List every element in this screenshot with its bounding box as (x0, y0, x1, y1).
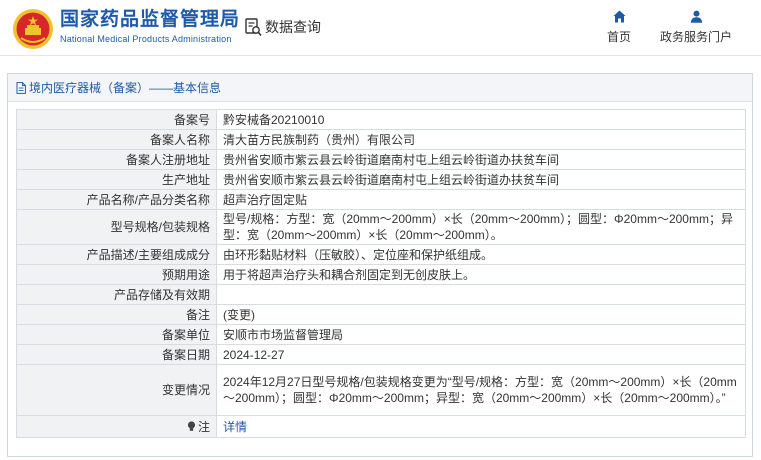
data-query-icon (245, 17, 262, 36)
table-row: 产品描述/主要组成成分 由环形黏贴材料（压敏胶）、定位座和保护纸组成。 (16, 244, 746, 265)
panel-header: 境内医疗器械（备案）——基本信息 (8, 74, 752, 102)
row-key: 产品名称/产品分类名称 (16, 189, 217, 210)
brand[interactable]: 国家药品监督管理局 National Medical Products Admi… (60, 9, 240, 44)
row-key: 备注 (16, 304, 217, 325)
table-row: 生产地址 贵州省安顺市紫云县云岭街道磨南村屯上组云岭街道办扶贫车间 (16, 169, 746, 190)
row-value: 由环形黏贴材料（压敏胶）、定位座和保护纸组成。 (216, 244, 746, 265)
site-header: 国家药品监督管理局 National Medical Products Admi… (0, 0, 761, 56)
row-key: 变更情况 (16, 364, 217, 416)
table-row: 备案日期 2024-12-27 (16, 344, 746, 365)
table-row: 备案人注册地址 贵州省安顺市紫云县云岭街道磨南村屯上组云岭街道办扶贫车间 (16, 149, 746, 170)
table-row: 备案人名称 清大苗方民族制药（贵州）有限公司 (16, 129, 746, 150)
brand-title: 国家药品监督管理局 (60, 9, 241, 30)
row-key: 备案人名称 (16, 129, 217, 150)
note-key-label: 注 (197, 419, 210, 434)
row-value: 贵州省安顺市紫云县云岭街道磨南村屯上组云岭街道办扶贫车间 (216, 169, 746, 190)
row-key: 预期用途 (16, 264, 217, 285)
row-key: 备案单位 (16, 324, 217, 345)
row-key: 备案号 (16, 109, 217, 130)
details-link[interactable]: 详情 (223, 420, 247, 434)
table-row: 注 详情 (16, 415, 746, 438)
row-key: 备案人注册地址 (16, 149, 217, 170)
nav-home-label: 首页 (607, 30, 632, 44)
document-icon (16, 81, 26, 94)
row-key: 产品存储及有效期 (16, 284, 217, 305)
table-row: 备案单位 安顺市市场监督管理局 (16, 324, 746, 345)
national-emblem-logo[interactable] (12, 8, 54, 50)
table-row: 预期用途 用于将超声治疗头和耦合剂固定到无创皮肤上。 (16, 264, 746, 285)
lightbulb-icon (187, 420, 196, 431)
table-row: 产品存储及有效期 (16, 284, 746, 305)
nav-service-portal[interactable]: 政务服务门户 (660, 10, 732, 45)
row-key: 备案日期 (16, 344, 217, 365)
detail-table: 备案号 黔安械备20210010 备案人名称 清大苗方民族制药（贵州）有限公司 … (16, 109, 746, 438)
row-value: 超声治疗固定贴 (216, 189, 746, 210)
note-value: 详情 (216, 415, 746, 438)
table-row: 型号规格/包装规格 型号/规格：方型：宽（20mm～200mm）×长（20mm～… (16, 209, 746, 245)
user-icon (690, 10, 702, 23)
row-key: 型号规格/包装规格 (16, 209, 217, 245)
row-key: 产品描述/主要组成成分 (16, 244, 217, 265)
row-value: 安顺市市场监督管理局 (216, 324, 746, 345)
table-row: 变更情况 2024年12月27日型号规格/包装规格变更为“型号/规格：方型：宽（… (16, 364, 746, 416)
data-query-label: 数据查询 (265, 19, 321, 35)
brand-subtitle: National Medical Products Administration (60, 34, 232, 44)
table-row: 备注 (变更) (16, 304, 746, 325)
table-row: 产品名称/产品分类名称 超声治疗固定贴 (16, 189, 746, 210)
panel-title: 境内医疗器械（备案）——基本信息 (29, 81, 222, 95)
table-row: 备案号 黔安械备20210010 (16, 109, 746, 130)
note-key: 注 (16, 415, 217, 438)
row-value: (变更) (216, 304, 746, 325)
nav-portal-label: 政务服务门户 (660, 30, 733, 44)
nav-home[interactable]: 首页 (607, 10, 631, 45)
home-icon (613, 10, 625, 23)
data-query-link[interactable]: 数据查询 (245, 16, 321, 38)
detail-panel: 境内医疗器械（备案）——基本信息 备案号 黔安械备20210010 备案人名称 … (7, 73, 753, 457)
row-value: 2024-12-27 (216, 344, 746, 365)
row-key: 生产地址 (16, 169, 217, 190)
row-value: 型号/规格：方型：宽（20mm～200mm）×长（20mm～200mm）；圆型：… (216, 209, 746, 245)
row-value: 用于将超声治疗头和耦合剂固定到无创皮肤上。 (216, 264, 746, 285)
row-value: 清大苗方民族制药（贵州）有限公司 (216, 129, 746, 150)
row-value: 2024年12月27日型号规格/包装规格变更为“型号/规格：方型：宽（20mm～… (216, 364, 746, 416)
row-value (216, 284, 746, 305)
row-value: 黔安械备20210010 (216, 109, 746, 130)
row-value: 贵州省安顺市紫云县云岭街道磨南村屯上组云岭街道办扶贫车间 (216, 149, 746, 170)
